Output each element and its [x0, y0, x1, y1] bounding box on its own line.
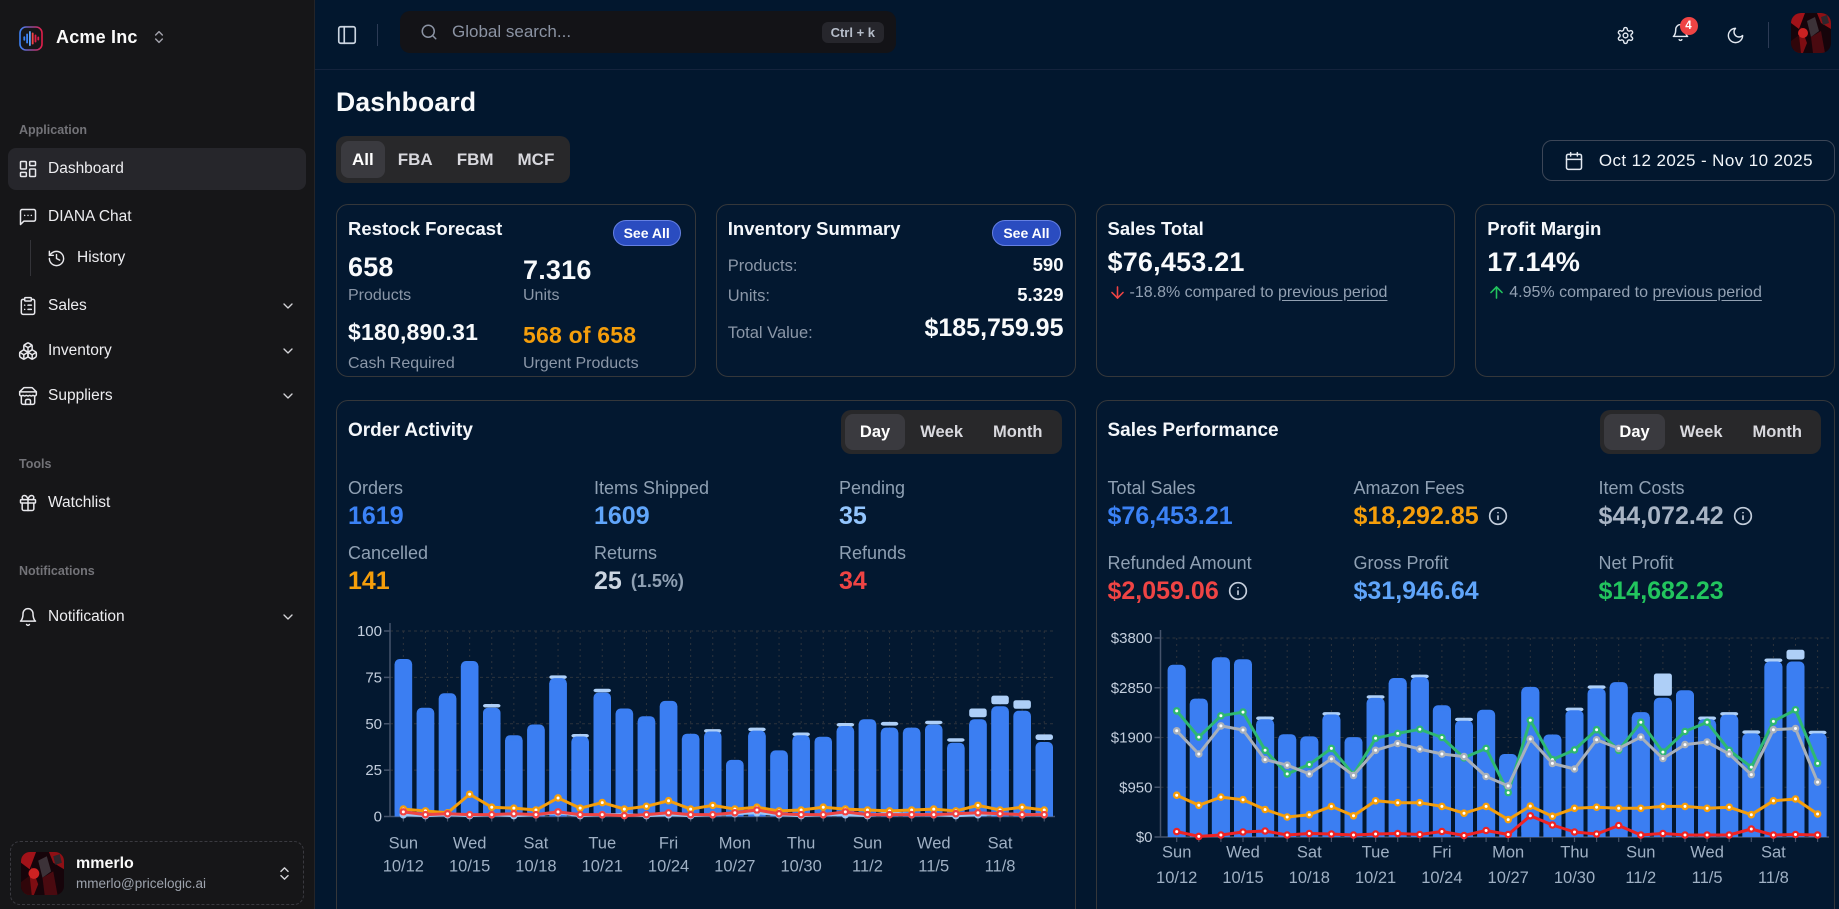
svg-text:11/5: 11/5 [1691, 869, 1722, 887]
svg-text:10/30: 10/30 [1553, 869, 1594, 887]
svg-text:Tue: Tue [1361, 844, 1389, 862]
svg-text:Fri: Fri [1432, 844, 1451, 862]
svg-text:10/15: 10/15 [1222, 869, 1263, 887]
svg-text:10/24: 10/24 [648, 858, 689, 876]
svg-text:50: 50 [365, 716, 382, 733]
svg-text:Sun: Sun [1626, 844, 1655, 862]
svg-text:Sat: Sat [1761, 844, 1786, 862]
svg-text:$950: $950 [1119, 779, 1152, 796]
svg-text:11/8: 11/8 [985, 858, 1016, 876]
svg-text:Sun: Sun [853, 835, 882, 853]
svg-text:Sun: Sun [1162, 844, 1191, 862]
svg-text:10/18: 10/18 [515, 858, 556, 876]
svg-text:100: 100 [357, 623, 382, 640]
svg-text:10/27: 10/27 [1487, 869, 1528, 887]
svg-text:Thu: Thu [1560, 844, 1588, 862]
svg-text:Thu: Thu [787, 835, 815, 853]
svg-text:10/21: 10/21 [582, 858, 623, 876]
svg-text:10/12: 10/12 [1156, 869, 1197, 887]
svg-text:$1900: $1900 [1110, 730, 1152, 747]
svg-text:$2850: $2850 [1110, 680, 1152, 697]
svg-text:Wed: Wed [917, 835, 951, 853]
svg-text:10/27: 10/27 [714, 858, 755, 876]
svg-text:Tue: Tue [588, 835, 616, 853]
svg-text:Mon: Mon [719, 835, 751, 853]
svg-text:25: 25 [365, 762, 382, 779]
svg-text:10/15: 10/15 [449, 858, 490, 876]
svg-text:0: 0 [374, 809, 382, 826]
svg-text:Sun: Sun [389, 835, 418, 853]
svg-text:11/2: 11/2 [1625, 869, 1656, 887]
svg-text:Wed: Wed [1690, 844, 1724, 862]
svg-text:Mon: Mon [1492, 844, 1524, 862]
svg-text:10/24: 10/24 [1421, 869, 1462, 887]
svg-text:10/21: 10/21 [1354, 869, 1395, 887]
svg-text:10/18: 10/18 [1288, 869, 1329, 887]
svg-text:75: 75 [365, 669, 382, 686]
svg-text:Wed: Wed [453, 835, 487, 853]
svg-text:Wed: Wed [1226, 844, 1260, 862]
svg-text:$0: $0 [1135, 829, 1152, 846]
svg-text:11/8: 11/8 [1757, 869, 1788, 887]
svg-text:Sat: Sat [988, 835, 1013, 853]
svg-text:10/12: 10/12 [383, 858, 424, 876]
svg-text:11/2: 11/2 [852, 858, 883, 876]
svg-text:10/30: 10/30 [781, 858, 822, 876]
svg-text:Fri: Fri [659, 835, 678, 853]
svg-text:Sat: Sat [1296, 844, 1321, 862]
svg-text:Sat: Sat [524, 835, 549, 853]
svg-text:11/5: 11/5 [918, 858, 949, 876]
svg-text:$3800: $3800 [1110, 630, 1152, 647]
